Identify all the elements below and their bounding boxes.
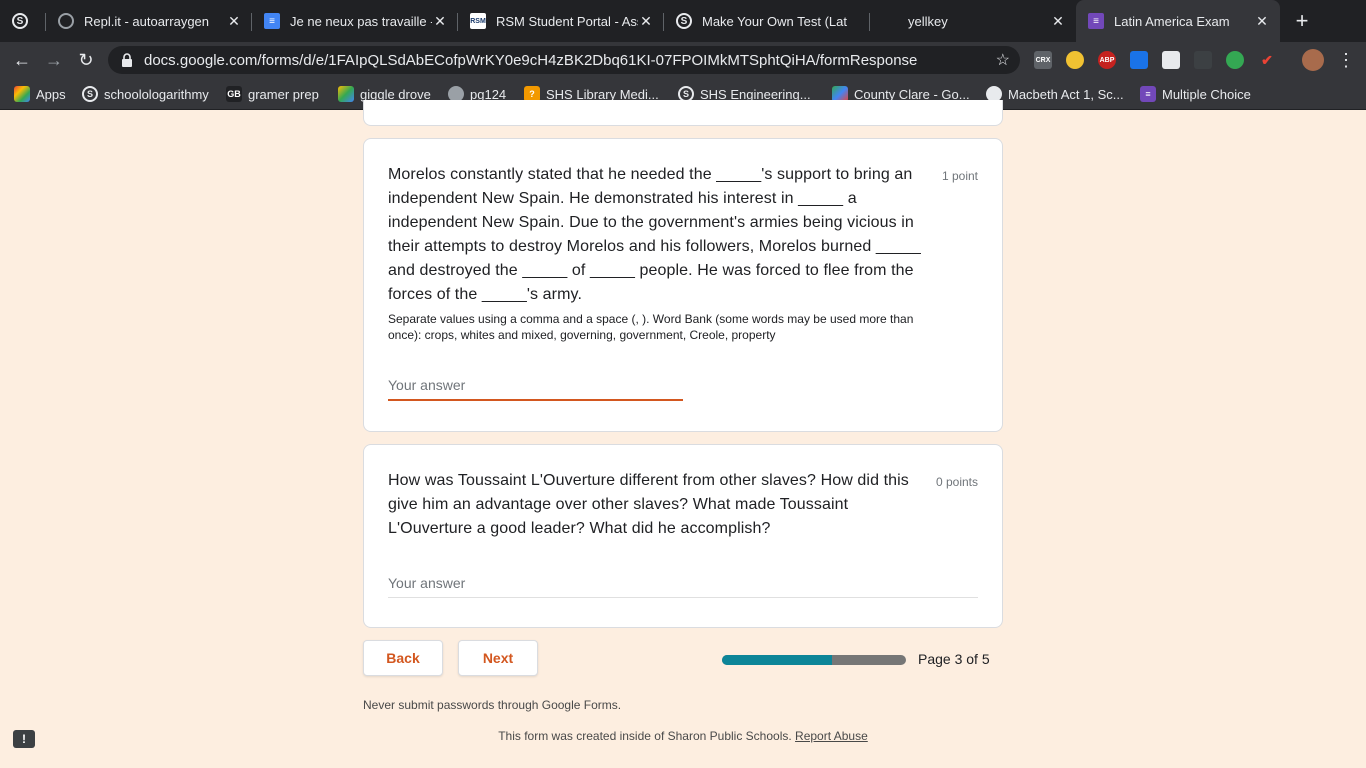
previous-question-card — [363, 100, 1003, 126]
close-icon[interactable]: ✕ — [1254, 13, 1270, 30]
tab-yellkey[interactable]: yellkey ✕ — [870, 0, 1076, 42]
color-extension-icon[interactable] — [1226, 51, 1244, 69]
bird-extension-icon[interactable] — [1130, 51, 1148, 69]
address-bar[interactable]: docs.google.com/forms/d/e/1FAIpQLSdAbECo… — [108, 46, 1020, 74]
bookmark-multiple-choice[interactable]: ≡ Multiple Choice — [1140, 78, 1251, 110]
created-text: This form was created inside of Sharon P… — [498, 729, 792, 743]
menu-dots-icon[interactable]: ⋮ — [1334, 48, 1358, 72]
back-button[interactable]: Back — [363, 640, 443, 676]
browser-toolbar: ← → ↻ docs.google.com/forms/d/e/1FAIpQLS… — [0, 42, 1366, 78]
question-points: 0 points — [935, 475, 978, 489]
bookmark-label: Macbeth Act 1, Sc... — [1008, 86, 1124, 102]
answer-input[interactable]: Your answer — [388, 575, 978, 598]
rsm-icon: RSM — [470, 13, 486, 29]
question-text: How was Toussaint L'Ouverture different … — [388, 472, 909, 537]
back-arrow-icon[interactable]: ← — [10, 48, 34, 72]
replit-icon — [58, 13, 74, 29]
close-icon[interactable]: ✕ — [226, 13, 242, 30]
crx-extension-icon[interactable]: CRX — [1034, 51, 1052, 69]
report-abuse-link[interactable]: Report Abuse — [795, 729, 868, 743]
feedback-icon[interactable]: ! — [13, 730, 35, 748]
new-tab-button[interactable]: + — [1290, 10, 1314, 34]
bookmark-star-icon[interactable]: ☆ — [996, 50, 1010, 70]
adblock-extension-icon[interactable]: ABP — [1098, 51, 1116, 69]
progress-bar — [722, 655, 906, 665]
schoology-icon: S — [82, 86, 98, 102]
owl-extension-icon[interactable] — [1066, 51, 1084, 69]
bookmark-label: Apps — [36, 86, 66, 102]
forward-arrow-icon[interactable]: → — [42, 48, 66, 72]
tab-latin-america-exam[interactable]: ≡ Latin America Exam ✕ — [1076, 0, 1280, 42]
apps-grid-icon — [14, 86, 30, 102]
google-forms-icon: ≡ — [1140, 86, 1156, 102]
form-footer: This form was created inside of Sharon P… — [0, 729, 1366, 743]
tab-pinned-schoology[interactable]: S — [0, 0, 46, 42]
yellkey-icon — [882, 13, 898, 29]
bookmark-gramer-prep[interactable]: GB gramer prep — [226, 78, 319, 110]
bookmark-label: gramer prep — [248, 86, 319, 102]
next-button[interactable]: Next — [458, 640, 538, 676]
google-forms-icon: ≡ — [1088, 13, 1104, 29]
close-icon[interactable]: ✕ — [638, 13, 654, 30]
bookmark-label: Multiple Choice — [1162, 86, 1251, 102]
question-help-text: Separate values using a comma and a spac… — [388, 312, 914, 342]
tab-docs[interactable]: ≡ Je ne neux pas travaille - ✕ — [252, 0, 458, 42]
tab-replit[interactable]: Repl.it - autoarraygen ✕ — [46, 0, 252, 42]
bookmark-schoolology[interactable]: S schoolologarithmy — [82, 78, 209, 110]
question-text: Morelos constantly stated that he needed… — [388, 166, 921, 303]
question-card: How was Toussaint L'Ouverture different … — [363, 444, 1003, 628]
url-text: docs.google.com/forms/d/e/1FAIpQLSdAbECo… — [144, 51, 918, 69]
tab-title: Make Your Own Test (Lat — [702, 13, 848, 29]
password-warning: Never submit passwords through Google Fo… — [363, 698, 622, 712]
lock-icon — [122, 53, 132, 67]
gb-icon: GB — [226, 86, 242, 102]
close-icon[interactable]: ✕ — [1050, 13, 1066, 30]
schoology-icon: S — [676, 13, 692, 29]
tab-title: RSM Student Portal - Ass — [496, 13, 638, 29]
close-icon[interactable]: ✕ — [432, 13, 448, 30]
schoology-icon: S — [12, 13, 28, 29]
profile-avatar[interactable] — [1302, 49, 1324, 71]
briefcase-extension-icon[interactable] — [1162, 51, 1180, 69]
bookmark-label: schoolologarithmy — [104, 86, 209, 102]
tab-strip: S Repl.it - autoarraygen ✕ ≡ Je ne neux … — [0, 0, 1366, 42]
tab-title: yellkey — [908, 13, 948, 29]
google-docs-icon: ≡ — [264, 13, 280, 29]
dark-extension-icon[interactable] — [1194, 51, 1212, 69]
bookmark-apps[interactable]: Apps — [14, 78, 66, 110]
page-indicator: Page 3 of 5 — [918, 651, 990, 667]
answer-input[interactable]: Your answer — [388, 377, 683, 401]
question-points: 1 point — [941, 169, 978, 183]
check-extension-icon[interactable]: ✔ — [1258, 51, 1276, 69]
tab-title: Je ne neux pas travaille - — [290, 13, 432, 29]
progress-fill — [722, 655, 833, 665]
tab-make-test[interactable]: S Make Your Own Test (Lat — [664, 0, 870, 42]
google-drive-icon — [338, 86, 354, 102]
question-card: Morelos constantly stated that he needed… — [363, 138, 1003, 432]
tab-title: Repl.it - autoarraygen — [84, 13, 210, 29]
tab-rsm[interactable]: RSM RSM Student Portal - Ass ✕ — [458, 0, 664, 42]
bookmark-macbeth[interactable]: Macbeth Act 1, Sc... — [986, 78, 1124, 110]
tab-title: Latin America Exam — [1114, 13, 1230, 29]
reload-icon[interactable]: ↻ — [74, 48, 98, 72]
